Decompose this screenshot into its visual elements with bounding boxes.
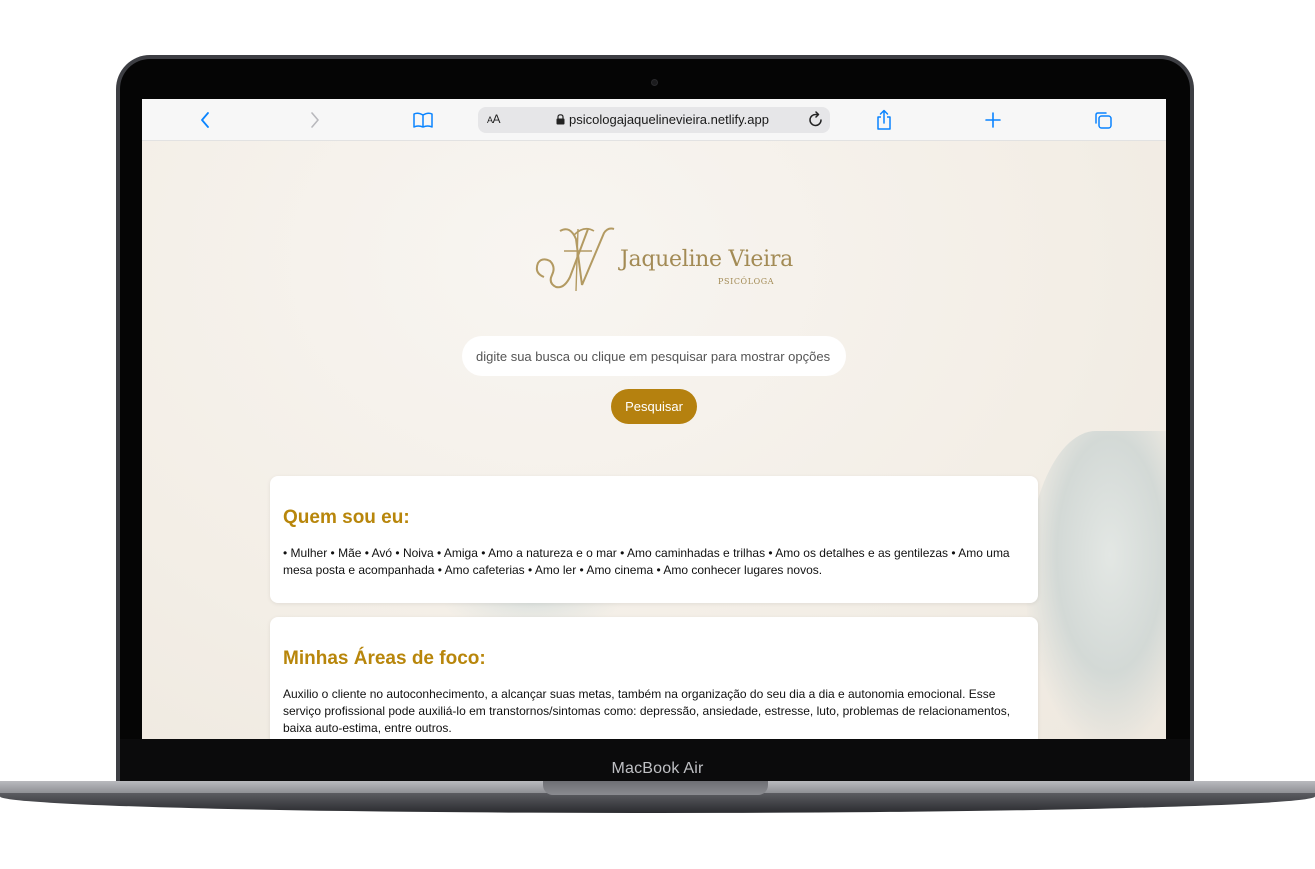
monogram-logo-icon <box>535 227 615 292</box>
bookmarks-button[interactable] <box>409 107 437 133</box>
share-button[interactable] <box>870 107 898 133</box>
tabs-icon <box>1095 112 1112 129</box>
share-icon <box>877 109 891 130</box>
model-label: MacBook Air <box>611 760 704 777</box>
search-button[interactable]: Pesquisar <box>611 389 697 424</box>
reload-button[interactable] <box>808 111 824 133</box>
leaf-decoration <box>1026 431 1166 739</box>
section-card-about: Quem sou eu: • Mulher • Mãe • Avó • Noiv… <box>270 476 1038 603</box>
logo-name: Jaqueline Vieira <box>620 247 793 272</box>
section-title: Minhas Áreas de foco: <box>283 648 486 669</box>
new-tab-button[interactable] <box>979 107 1007 133</box>
forward-button[interactable] <box>301 107 329 133</box>
section-text: Auxilio o cliente no autoconhecimento, a… <box>283 687 1011 735</box>
laptop-base-shadow <box>0 793 1315 813</box>
tabs-button[interactable] <box>1089 107 1117 133</box>
book-icon <box>413 112 433 128</box>
web-page: Jaqueline Vieira PSICÓLOGA Pesquisar Que… <box>142 141 1166 739</box>
screen: AAAA psicologajaquelinevieira.netlify.ap… <box>142 99 1166 739</box>
reader-text-button[interactable]: AAAA <box>487 112 501 126</box>
search-input[interactable] <box>462 336 846 376</box>
address-bar[interactable]: AAAA psicologajaquelinevieira.netlify.ap… <box>478 107 830 133</box>
lock-icon <box>556 114 565 125</box>
chevron-right-icon <box>311 112 319 128</box>
url-display[interactable]: psicologajaquelinevieira.netlify.app <box>556 112 776 127</box>
camera-icon <box>651 79 658 86</box>
chevron-left-icon <box>201 112 209 128</box>
plus-icon <box>985 112 1001 128</box>
section-text: • Mulher • Mãe • Avó • Noiva • Amiga • A… <box>283 546 1010 577</box>
url-text: psicologajaquelinevieira.netlify.app <box>569 112 769 127</box>
section-card-focus-areas: Minhas Áreas de foco: Auxilio o cliente … <box>270 617 1038 739</box>
section-title: Quem sou eu: <box>283 507 410 528</box>
logo-subtitle: PSICÓLOGA <box>718 277 775 286</box>
browser-toolbar: AAAA psicologajaquelinevieira.netlify.ap… <box>142 99 1166 141</box>
reload-icon <box>809 111 822 127</box>
site-logo[interactable]: Jaqueline Vieira PSICÓLOGA <box>530 221 793 297</box>
laptop-notch <box>543 781 768 795</box>
back-button[interactable] <box>191 107 219 133</box>
